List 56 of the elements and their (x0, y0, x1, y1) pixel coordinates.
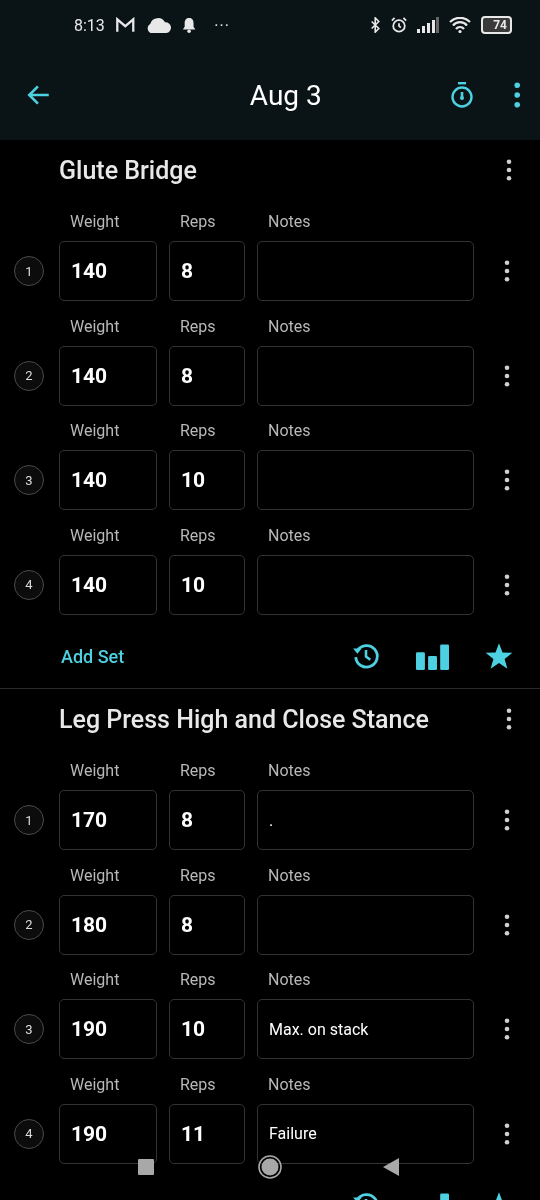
field-label: Reps (180, 1074, 216, 1094)
reps-field[interactable]: 8 (169, 894, 245, 955)
field-label: Notes (268, 525, 311, 545)
field-label: Weight (70, 1074, 120, 1094)
reps-field[interactable]: 11 (169, 1103, 245, 1164)
reps-field[interactable]: 10 (169, 450, 245, 510)
clock-time: 8:13 (74, 15, 105, 35)
set-number: 2 (14, 360, 44, 391)
reps-field[interactable]: 8 (169, 345, 245, 406)
notes-field[interactable]: . (257, 790, 474, 850)
exercise-title: Glute Bridge (59, 155, 198, 185)
field-label: Weight (70, 421, 120, 440)
field-label: Weight (70, 212, 120, 231)
field-label: Reps (180, 525, 216, 545)
weight-field[interactable]: 170 (59, 790, 157, 850)
set-number: 4 (14, 1118, 44, 1149)
field-label: Weight (70, 316, 120, 336)
exercise-title: Leg Press High and Close Stance (59, 704, 430, 734)
field-label: Reps (180, 970, 216, 989)
battery-icon: 74 (481, 16, 512, 34)
reps-field[interactable]: 8 (169, 241, 245, 301)
set-number: 3 (14, 465, 44, 495)
add-set-button[interactable]: Add Set (61, 645, 125, 667)
screen-title: Aug 3 (248, 78, 323, 112)
notes-field[interactable]: Max. on stack (257, 999, 474, 1059)
weight-field[interactable]: 190 (59, 999, 157, 1059)
field-label: Reps (180, 865, 216, 885)
reps-field[interactable]: 10 (169, 554, 245, 615)
set-number: 3 (14, 1014, 44, 1044)
field-label: Notes (268, 316, 311, 336)
set-number: 2 (14, 909, 44, 940)
weight-field[interactable]: 140 (59, 450, 157, 510)
field-label: Reps (180, 212, 216, 231)
field-label: Notes (268, 865, 311, 885)
set-number: 4 (14, 569, 44, 600)
set-number: 1 (14, 256, 44, 286)
field-label: Notes (268, 421, 311, 440)
weight-field[interactable]: 140 (59, 345, 157, 406)
reps-field[interactable]: 8 (169, 790, 245, 850)
set-number: 1 (14, 805, 44, 835)
weight-field[interactable]: 140 (59, 554, 157, 615)
more-notifications: ··· (214, 15, 230, 35)
field-label: Notes (268, 970, 311, 989)
field-label: Notes (268, 1074, 311, 1094)
field-label: Weight (70, 525, 120, 545)
field-label: Notes (268, 212, 311, 231)
field-label: Weight (70, 970, 120, 989)
weight-field[interactable]: 140 (59, 241, 157, 301)
weight-field[interactable]: 180 (59, 894, 157, 955)
field-label: Weight (70, 865, 120, 885)
field-label: Weight (70, 761, 120, 780)
field-label: Reps (180, 761, 216, 780)
field-label: Reps (180, 421, 216, 440)
field-label: Notes (268, 761, 311, 780)
reps-field[interactable]: 10 (169, 999, 245, 1059)
field-label: Reps (180, 316, 216, 336)
